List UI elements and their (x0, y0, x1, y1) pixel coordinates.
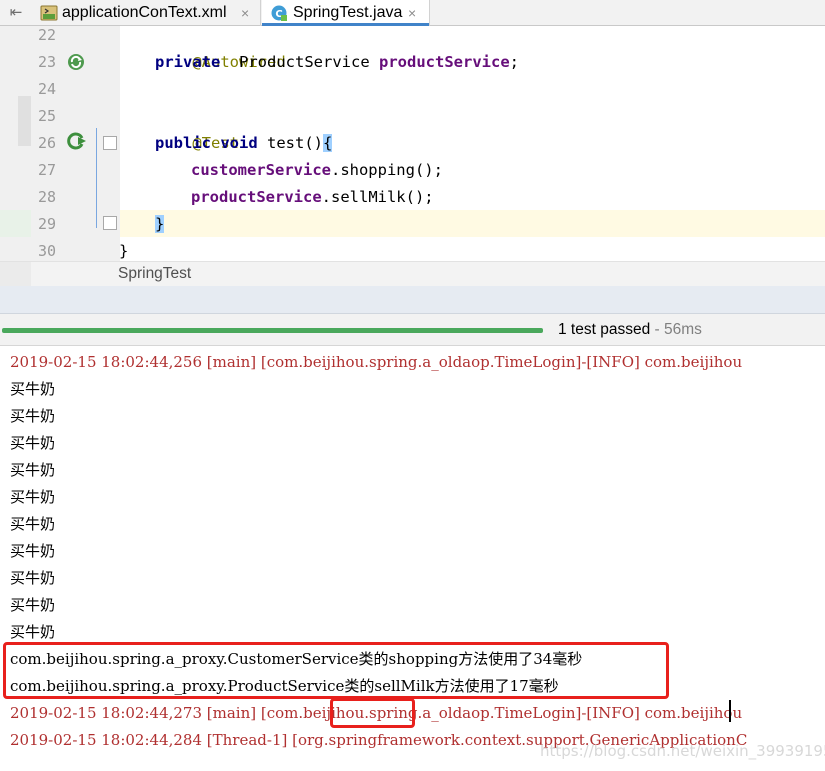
type-name: ProductService (239, 53, 370, 71)
spring-autowired-icon[interactable] (65, 51, 87, 73)
current-line-highlight (120, 210, 825, 237)
text-cursor (729, 700, 731, 722)
line-number: 26 (37, 134, 56, 152)
brace: } (155, 215, 165, 233)
line-number: 22 (37, 26, 56, 44)
console-line: 买牛奶 (10, 488, 56, 506)
test-progress-bar (2, 328, 543, 333)
highlight-box-timing (3, 642, 669, 699)
punctuation: ; (509, 53, 519, 71)
method-call: .shopping(); (330, 161, 443, 179)
code-line-27[interactable]: customerService.shopping(); (191, 157, 443, 184)
fold-collapse-icon[interactable] (103, 136, 117, 150)
line-number: 29 (37, 215, 56, 233)
line-number: 24 (37, 80, 56, 98)
run-test-icon[interactable] (65, 130, 87, 152)
watermark: https://blog.csdn.net/weixin_39939195 (540, 742, 825, 760)
console-line: 买牛奶 (10, 596, 56, 614)
console-line: 买牛奶 (10, 569, 56, 587)
console-line: 买牛奶 (10, 407, 56, 425)
code-line-22[interactable]: @Autowired (155, 22, 285, 71)
panel-splitter[interactable] (0, 286, 825, 314)
field-name: productService (379, 53, 510, 71)
code-line-25[interactable]: @Test (155, 103, 239, 152)
keyword: public (155, 134, 211, 152)
code-line-26[interactable]: public void test(){ (155, 130, 333, 157)
java-class-icon: C (271, 5, 287, 21)
fold-guide (96, 128, 97, 228)
test-result-summary: 1 test passed - 56ms (558, 314, 702, 346)
code-editor[interactable]: 22 23 24 25 26 27 28 29 30 @Autowired pr… (0, 26, 825, 287)
breadcrumb[interactable]: SpringTest (118, 262, 191, 286)
keyword: private (155, 53, 221, 71)
console-line: 买牛奶 (10, 380, 56, 398)
test-duration: 56ms (663, 321, 702, 338)
code-line-28[interactable]: productService.sellMilk(); (191, 184, 434, 211)
tab-springtest-java[interactable]: C SpringTest.java × (262, 0, 430, 27)
highlight-box-package (330, 698, 415, 728)
editor-tab-bar: ⇤ applicationConText.xml × C SpringTest.… (0, 0, 825, 27)
method-name: test() (267, 134, 324, 152)
fold-end-icon[interactable] (103, 216, 117, 230)
gutter-strip (0, 262, 31, 287)
log-line: 2019-02-15 18:02:44,256 [main] [com.beij… (10, 353, 743, 371)
brace: } (119, 242, 129, 260)
test-passed-label: 1 test passed (558, 321, 651, 338)
console-line: 买牛奶 (10, 542, 56, 560)
line-number: 25 (37, 107, 56, 125)
method-call: .sellMilk(); (321, 188, 434, 206)
xml-file-icon (40, 5, 58, 21)
separator: - (650, 321, 664, 338)
line-number: 27 (37, 161, 56, 179)
console-output[interactable]: 2019-02-15 18:02:44,256 [main] [com.beij… (0, 347, 825, 771)
breadcrumb-bar: SpringTest (0, 261, 825, 287)
console-line: 买牛奶 (10, 515, 56, 533)
line-number: 23 (37, 53, 56, 71)
test-status-bar: 1 test passed - 56ms (0, 314, 825, 346)
code-line-29[interactable]: } (155, 211, 165, 238)
code-line-23[interactable]: private ProductService productService; (155, 49, 519, 76)
console-line: 买牛奶 (10, 434, 56, 452)
line-number: 28 (37, 188, 56, 206)
keyword: void (220, 134, 258, 152)
editor-gutter: 22 23 24 25 26 27 28 29 30 (0, 26, 120, 261)
brace: { (323, 134, 333, 152)
field-name: productService (191, 188, 322, 206)
field-name: customerService (191, 161, 331, 179)
console-line: 买牛奶 (10, 461, 56, 479)
